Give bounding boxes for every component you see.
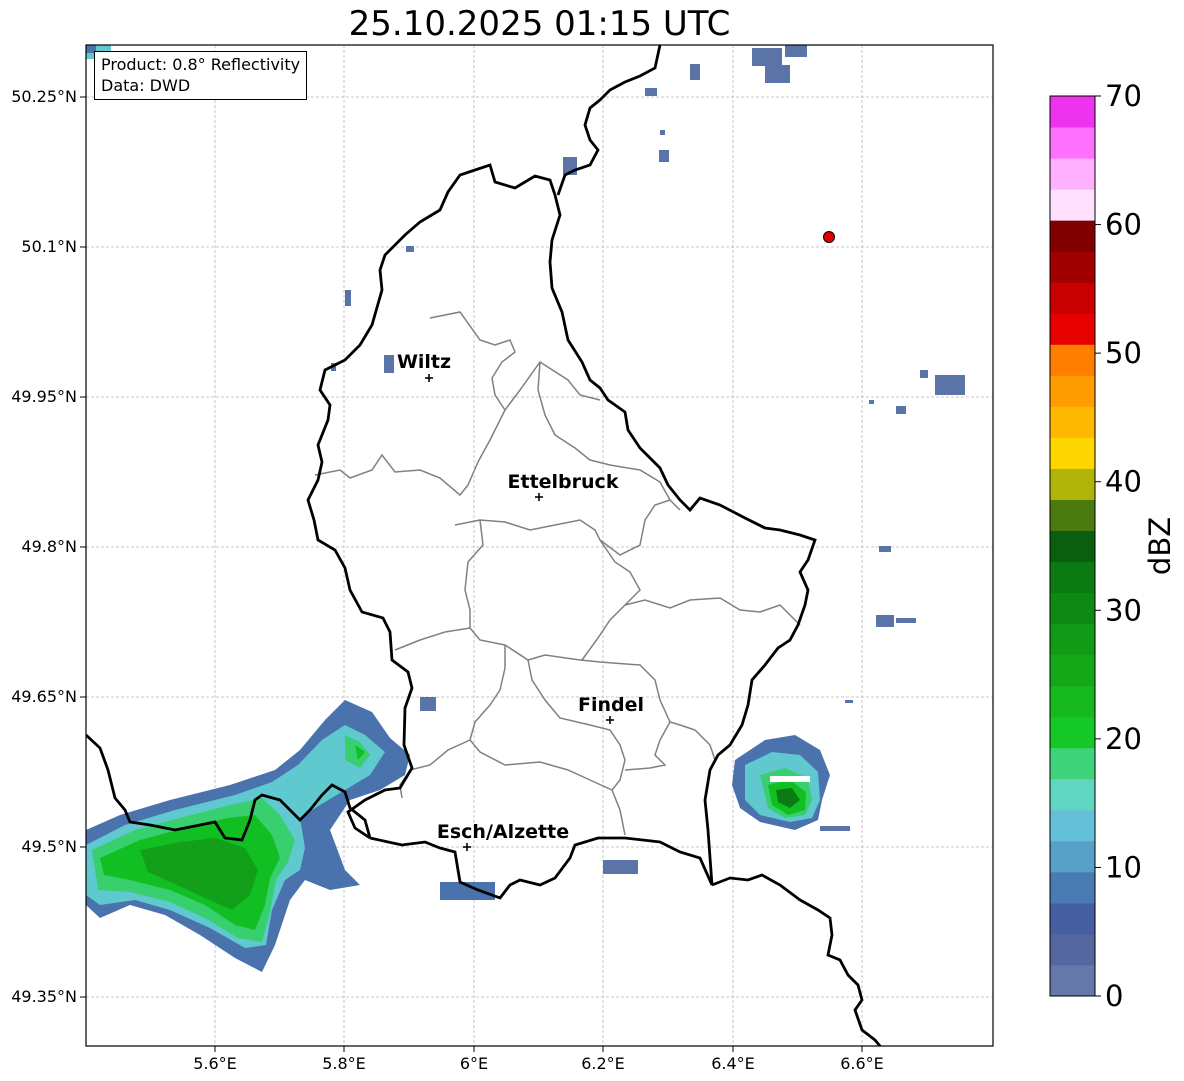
lon-tick-label: 6.6°E [840,1054,884,1073]
lat-tick-label: 49.35°N [11,987,77,1006]
colorbar-swatch [1050,623,1095,656]
colorbar-swatch [1050,468,1095,500]
lon-tick-label: 5.8°E [322,1054,366,1073]
info-box: Product: 0.8° Reflectivity Data: DWD [94,51,308,100]
colorbar-swatch [1050,282,1095,314]
colorbar-swatch [1050,592,1095,625]
city-label-wiltz: Wiltz [397,351,451,373]
lon-axis: 5.6°E 5.8°E 6°E 6.2°E 6.4°E 6.6°E [193,1046,884,1073]
colorbar-swatch [1050,251,1095,283]
lat-tick-label: 49.8°N [21,537,77,556]
colorbar-swatch [1050,313,1095,345]
colorbar-tick-label: 30 [1105,593,1142,627]
colorbar-tick-label: 40 [1105,465,1142,499]
colorbar-swatch [1050,344,1095,376]
colorbar-swatch [1050,406,1095,438]
radar-site-marker [823,231,835,243]
colorbar-swatch [1050,127,1095,159]
colorbar-swatch [1050,902,1095,935]
colorbar-swatch [1050,530,1095,563]
colorbar-swatch [1050,654,1095,687]
colorbar-swatch [1050,96,1095,128]
colorbar-swatch [1050,747,1095,780]
colorbar-tick-label: 10 [1105,850,1142,884]
city-label-findel: Findel [578,694,644,716]
colorbar-swatch [1050,840,1095,873]
colorbar-swatch [1050,778,1095,811]
colorbar-swatch [1050,871,1095,904]
city-label-esch: Esch/Alzette [437,821,569,843]
colorbar-tick-label: 0 [1105,979,1123,1013]
colorbar-ticks: 0 10 20 30 40 50 60 70 [1095,79,1142,1013]
colorbar-tick-label: 50 [1105,336,1142,370]
colorbar-swatch [1050,437,1095,469]
colorbar-tick-label: 60 [1105,208,1142,242]
colorbar-swatch [1050,685,1095,718]
colorbar-swatch [1050,158,1095,190]
lon-tick-label: 6.2°E [581,1054,625,1073]
lon-tick-label: 6.4°E [711,1054,755,1073]
colorbar-swatch [1050,933,1095,966]
colorbar-swatch [1050,964,1095,997]
colorbar-swatch [1050,716,1095,749]
lat-tick-label: 50.25°N [11,87,77,106]
radar-map: Wiltz Ettelbruck Findel Esch/Alzette 50.… [11,44,1177,1073]
lat-tick-label: 49.5°N [21,837,77,856]
colorbar-swatch [1050,809,1095,842]
data-source-label: Data: DWD [101,76,191,95]
lat-tick-label: 49.95°N [11,387,77,406]
lat-axis: 50.25°N 50.1°N 49.95°N 49.8°N 49.65°N 49… [11,87,86,1006]
colorbar-label: dBZ [1143,517,1177,575]
lat-tick-label: 50.1°N [21,237,77,256]
city-label-ettelbruck: Ettelbruck [508,471,619,493]
colorbar-swatch [1050,499,1095,531]
colorbar-tick-label: 20 [1105,722,1142,756]
colorbar-swatch [1050,220,1095,252]
colorbar-tick-label: 70 [1105,79,1142,113]
colorbar-swatch [1050,561,1095,594]
colorbar-swatch [1050,189,1095,221]
product-label: Product: 0.8° Reflectivity [101,55,301,74]
colorbar-swatches [1050,96,1095,997]
colorbar: 0 10 20 30 40 50 60 70 dBZ [1049,79,1177,1013]
lon-tick-label: 5.6°E [193,1054,237,1073]
lon-tick-label: 6°E [460,1054,488,1073]
colorbar-swatch [1050,375,1095,407]
lat-tick-label: 49.65°N [11,687,77,706]
